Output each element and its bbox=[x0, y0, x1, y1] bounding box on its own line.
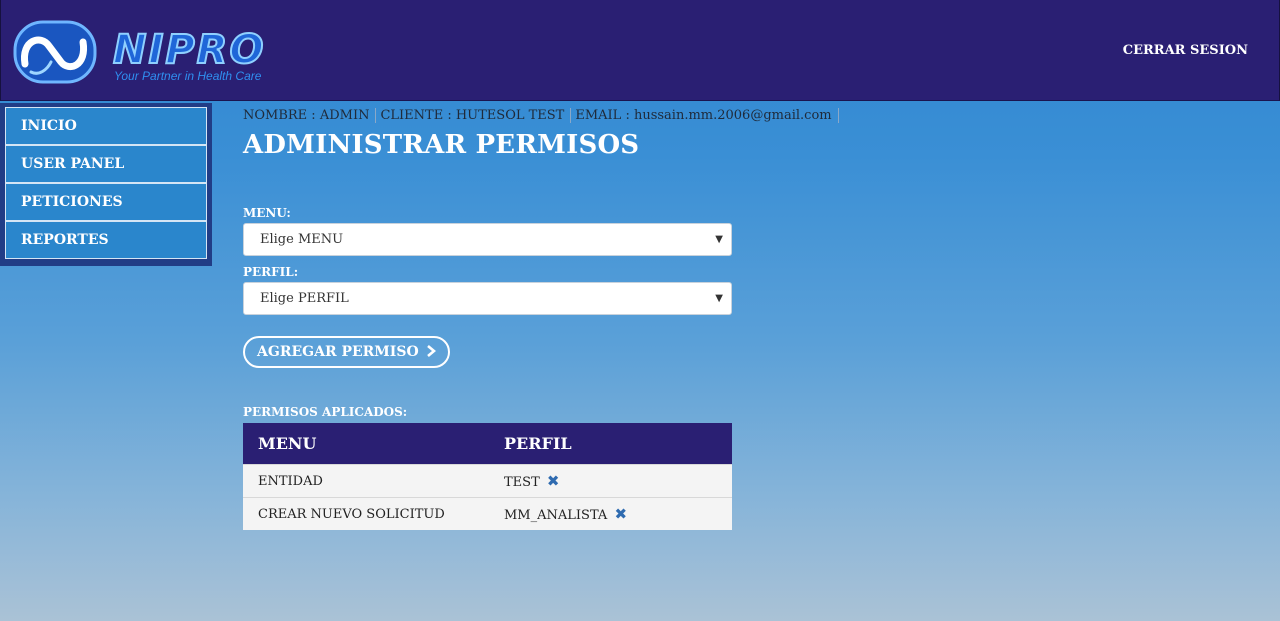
menu-label: MENU: bbox=[243, 206, 291, 220]
sidebar-item-peticiones[interactable]: PETICIONES bbox=[5, 183, 207, 221]
logout-link[interactable]: CERRAR SESION bbox=[1123, 43, 1248, 58]
brand-tagline: Your Partner in Health Care bbox=[114, 69, 262, 83]
table-header-row: MENU PERFIL bbox=[243, 423, 732, 465]
permissions-table: MENU PERFIL ENTIDAD TEST ✖ CREAR NUEVO S… bbox=[243, 423, 732, 530]
row-menu: CREAR NUEVO SOLICITUD bbox=[243, 497, 489, 530]
row-profile: MM_ANALISTA bbox=[504, 508, 608, 523]
brand-name: NIPRO bbox=[112, 27, 266, 73]
profile-label: PERFIL: bbox=[243, 265, 299, 279]
profile-select[interactable]: Elige PERFIL ▼ bbox=[243, 282, 732, 315]
profile-select-value: Elige PERFIL bbox=[260, 291, 349, 306]
user-info-bar: NOMBRE : ADMIN CLIENTE : HUTESOL TEST EM… bbox=[243, 103, 839, 127]
sidebar-nav: INICIO USER PANEL PETICIONES REPORTES bbox=[0, 103, 212, 266]
main-content: NOMBRE : ADMIN CLIENTE : HUTESOL TEST EM… bbox=[243, 103, 839, 530]
user-email: EMAIL : hussain.mm.2006@gmail.com bbox=[575, 107, 839, 123]
applied-permissions-label: PERMISOS APLICADOS: bbox=[243, 405, 408, 419]
close-icon[interactable]: ✖ bbox=[614, 505, 627, 523]
sidebar-item-user-panel[interactable]: USER PANEL bbox=[5, 145, 207, 183]
sidebar-item-reportes[interactable]: REPORTES bbox=[5, 221, 207, 259]
column-header-profile: PERFIL bbox=[489, 423, 732, 465]
row-profile-cell: MM_ANALISTA ✖ bbox=[489, 497, 732, 530]
add-permission-label: AGREGAR PERMISO bbox=[257, 344, 419, 360]
column-header-menu: MENU bbox=[243, 423, 489, 465]
row-profile-cell: TEST ✖ bbox=[489, 464, 732, 498]
user-client: CLIENTE : HUTESOL TEST bbox=[380, 107, 572, 123]
sidebar-item-inicio[interactable]: INICIO bbox=[5, 107, 207, 145]
user-name: NOMBRE : ADMIN bbox=[243, 107, 377, 123]
caret-down-icon: ▼ bbox=[715, 234, 723, 245]
close-icon[interactable]: ✖ bbox=[547, 472, 560, 490]
table-row: CREAR NUEVO SOLICITUD MM_ANALISTA ✖ bbox=[243, 497, 732, 530]
add-permission-button[interactable]: AGREGAR PERMISO bbox=[243, 336, 450, 368]
row-menu: ENTIDAD bbox=[243, 464, 489, 498]
page-title: ADMINISTRAR PERMISOS bbox=[243, 130, 640, 160]
header: NIPRO Your Partner in Health Care CERRAR… bbox=[0, 0, 1280, 101]
row-profile: TEST bbox=[504, 475, 540, 490]
table-row: ENTIDAD TEST ✖ bbox=[243, 464, 732, 498]
menu-select-value: Elige MENU bbox=[260, 232, 344, 247]
chevron-right-icon bbox=[426, 345, 436, 357]
menu-select[interactable]: Elige MENU ▼ bbox=[243, 223, 732, 256]
caret-down-icon: ▼ bbox=[715, 293, 723, 304]
